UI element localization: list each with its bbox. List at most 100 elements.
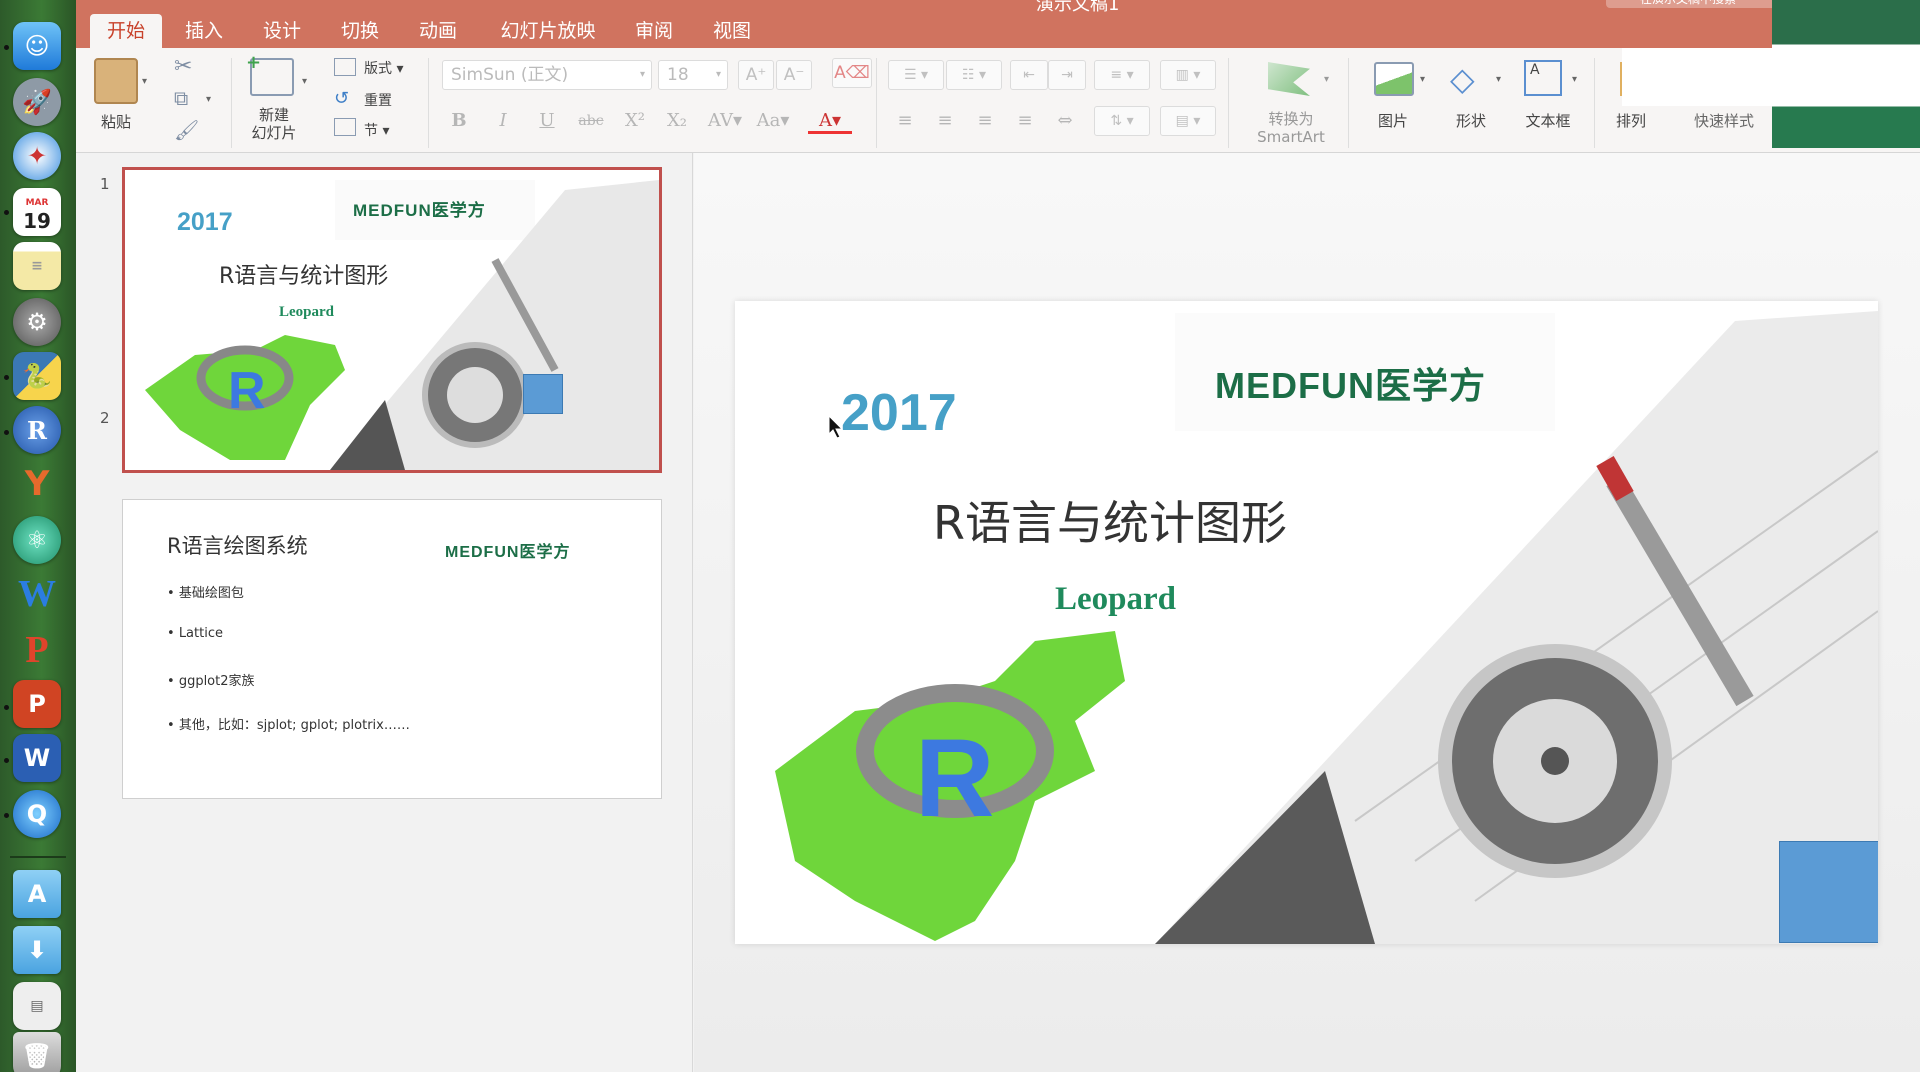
slide-thumbnail-2[interactable]: R语言绘图系统 MEDFUN医学方 • 基础绘图包 • Lattice • gg… [122,499,662,799]
convert-smartart-label-2[interactable]: SmartArt [1246,128,1336,146]
word-icon[interactable]: W [13,734,61,782]
atom-icon[interactable]: ⚛ [13,516,61,564]
python-icon[interactable]: 🐍 [13,352,61,400]
decrease-indent-button[interactable]: ⇤ [1010,60,1048,90]
align-right-button[interactable]: ≡ [968,106,1002,136]
bullets-button[interactable]: ☰ ▾ [888,60,944,90]
italic-button[interactable]: I [486,106,520,136]
change-case-button[interactable]: Aa▾ [752,106,794,136]
shape-icon[interactable]: ◇ [1450,60,1475,98]
slide-thumbnail-1[interactable]: MEDFUN医学方 2017 R语言与统计图形 Leopard R [122,167,662,473]
tab-slideshow[interactable]: 幻灯片放映 [488,14,608,48]
main-blue-square[interactable] [1779,841,1878,943]
justify-button[interactable]: ≡ [1008,106,1042,136]
slide-number-1: 1 [100,175,110,193]
underline-button[interactable]: U [530,106,564,136]
wps-presentation-icon[interactable]: P [13,626,61,674]
bullet-2-text: Lattice [178,626,223,641]
align-center-button[interactable]: ≡ [928,106,962,136]
text-direction-button[interactable]: ⇅ ▾ [1094,106,1150,136]
stethoscope-center [447,367,503,423]
font-name-select[interactable]: SimSun (正文) ▾ [442,60,652,90]
copy-icon[interactable]: ⧉ [174,86,188,110]
section-icon[interactable] [334,118,356,136]
calendar-icon[interactable]: MAR 19 [13,188,61,236]
launchpad-icon[interactable]: 🚀 [13,78,61,126]
tab-insert[interactable]: 插入 [172,14,236,48]
clear-formatting-button[interactable]: A⌫ [832,58,872,88]
convert-smartart-label-1[interactable]: 转换为 [1246,110,1336,128]
layout-label: 版式 [364,61,392,77]
picture-button[interactable]: 图片 [1368,112,1418,130]
copy-dropdown-icon[interactable]: ▾ [206,94,211,105]
tab-animations[interactable]: 动画 [406,14,470,48]
new-slide-label-1[interactable]: 新建 [246,106,302,124]
applications-folder-icon[interactable]: A [13,870,61,918]
paste-label[interactable]: 粘贴 [96,113,136,131]
thumb2-title: R语言绘图系统 [167,534,308,558]
bold-button[interactable]: B [442,106,476,136]
format-painter-icon[interactable]: 🖌 [174,118,199,142]
wps-writer-icon[interactable]: W [13,570,61,618]
r-app-icon[interactable]: R [13,406,61,454]
paste-icon[interactable] [94,58,138,104]
align-text-button[interactable]: ▤ ▾ [1160,106,1216,136]
shape-dropdown-icon[interactable]: ▾ [1496,74,1501,85]
main-slide-canvas[interactable]: MEDFUN医学方 2017 R语言与统计图形 Leopard R [735,301,1878,944]
safari-icon[interactable]: ✦ [13,132,61,180]
reset-icon[interactable]: ↺ [334,88,349,109]
line-spacing-button[interactable]: ≡ ▾ [1094,60,1150,90]
bullet-4-text: 其他，比如：sjplot; gplot; plotrix…… [178,718,410,733]
smartart-icon[interactable] [1268,62,1310,96]
new-slide-icon[interactable]: + [246,52,294,96]
tab-review[interactable]: 审阅 [622,14,686,48]
layout-button[interactable]: 版式 ▾ [364,58,403,78]
tab-view[interactable]: 视图 [700,14,764,48]
increase-indent-button[interactable]: ⇥ [1048,60,1086,90]
font-size-select[interactable]: 18 ▾ [658,60,728,90]
tab-home[interactable]: 开始 [90,14,162,48]
distributed-button[interactable]: ⇔ [1048,106,1082,136]
section-button[interactable]: 节 ▾ [364,120,389,140]
paste-dropdown-icon[interactable]: ▾ [142,76,147,87]
window-title: 演示文稿1 [1036,0,1120,15]
textbox-icon[interactable]: A [1524,60,1562,96]
numbering-button[interactable]: ☷ ▾ [946,60,1002,90]
decrease-font-button[interactable]: A⁻ [776,60,812,90]
increase-font-button[interactable]: A⁺ [738,60,774,90]
layout-icon[interactable] [334,58,356,76]
yoink-icon[interactable]: Y [13,460,61,508]
running-indicator [4,430,9,435]
strikethrough-button[interactable]: abc [574,106,608,136]
shape-button[interactable]: 形状 [1446,112,1496,130]
trash-icon[interactable]: 🗑 [13,1032,61,1072]
finder-icon[interactable]: ☺ [13,22,61,70]
new-slide-dropdown-icon[interactable]: ▾ [302,76,307,87]
align-left-button[interactable]: ≡ [888,106,922,136]
subscript-button[interactable]: X₂ [660,106,694,136]
downloads-folder-icon[interactable]: ⬇ [13,926,61,974]
document-stack-icon[interactable]: ▤ [13,982,61,1030]
smartart-dropdown-icon[interactable]: ▾ [1324,74,1329,85]
system-preferences-icon[interactable]: ⚙ [13,298,61,346]
picture-dropdown-icon[interactable]: ▾ [1420,74,1425,85]
tab-design[interactable]: 设计 [250,14,314,48]
new-slide-label-2[interactable]: 幻灯片 [246,124,302,142]
powerpoint-icon[interactable]: P [13,680,61,728]
textbox-dropdown-icon[interactable]: ▾ [1572,74,1577,85]
textbox-button[interactable]: 文本框 [1518,112,1578,130]
picture-icon[interactable] [1374,62,1414,96]
dock-separator [10,856,66,858]
notes-icon[interactable]: ≡ [13,242,61,290]
font-color-button[interactable]: A▾ [808,106,852,134]
columns-button[interactable]: ▥ ▾ [1160,60,1216,90]
tab-transitions[interactable]: 切换 [328,14,392,48]
arrange-button[interactable]: 排列 [1606,112,1656,130]
character-spacing-button[interactable]: AV▾ [704,106,746,136]
quick-styles-button[interactable]: 快速样式 [1684,112,1764,130]
reset-button[interactable]: 重置 [364,90,392,110]
cut-icon[interactable]: ✂ [174,54,192,79]
r-logo-letter: R [228,362,266,420]
superscript-button[interactable]: X² [618,106,652,136]
quicktime-icon[interactable]: Q [13,790,61,838]
